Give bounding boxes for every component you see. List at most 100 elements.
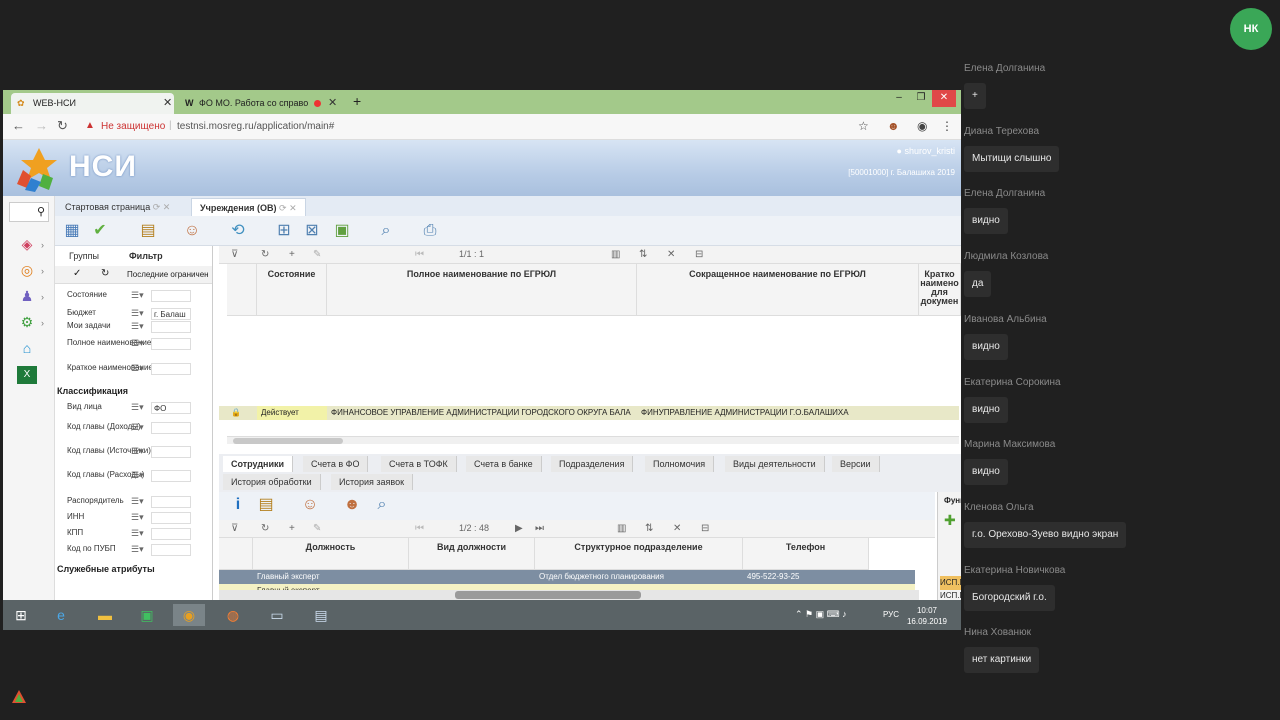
add-plus-icon[interactable]: ✚ [944, 512, 956, 529]
detail-tab[interactable]: Полномочия [645, 456, 715, 472]
operator-icon[interactable]: ☰▾ [131, 512, 144, 523]
extension-icon[interactable]: ☻ [887, 119, 900, 133]
clock[interactable]: 10:07 16.09.2019 [907, 605, 947, 627]
filter-input[interactable] [151, 290, 191, 302]
browser-tab-fo-mo[interactable]: W ФО МО. Работа со справо ✕ [183, 93, 343, 114]
export-icon[interactable]: ▣ [331, 220, 353, 242]
clear-icon[interactable]: ✕ [667, 249, 675, 260]
menu-icon[interactable]: ⋮ [941, 119, 953, 133]
refresh-icon[interactable]: ↻ [261, 249, 269, 260]
chat-message[interactable]: г.о. Орехово-Зуево видно экран [964, 521, 1127, 548]
operator-icon[interactable]: ☰▾ [131, 422, 144, 433]
bookmark-star-icon[interactable]: ☆ [858, 119, 869, 133]
detail-tab[interactable]: Подразделения [551, 456, 634, 472]
firefox-icon[interactable]: ◍ [217, 604, 249, 626]
next-page-icon[interactable]: ▶ [515, 523, 523, 534]
document-excel-icon[interactable]: ⊠ [301, 220, 323, 242]
filter-input[interactable] [151, 321, 191, 333]
app-icon[interactable]: ▭ [261, 604, 293, 626]
table-row[interactable]: Главный эксперт Отдел бюджетного планиров… [219, 570, 915, 584]
column-header[interactable]: Вид должности [409, 538, 535, 570]
browser-tab-web-nsi[interactable]: ✿ WEB-НСИ ✕ [11, 93, 174, 114]
filter-input[interactable] [151, 496, 191, 508]
filter-input[interactable] [151, 446, 191, 458]
operator-icon[interactable]: ☰▾ [131, 528, 144, 539]
columns-icon[interactable]: ▥ [617, 523, 626, 534]
operator-icon[interactable]: ☰▾ [131, 446, 144, 457]
refresh-icon[interactable]: ↻ [261, 523, 269, 534]
institution-row[interactable]: 🔒 Действует ФИНАНСОВОЕ УПРАВЛЕНИЕ АДМИНИСТ… [219, 406, 959, 420]
tab-filter[interactable]: Фильтр [119, 248, 173, 264]
operator-icon[interactable]: ☰▾ [131, 338, 144, 349]
ie-icon[interactable]: e [45, 604, 77, 626]
filter-input[interactable] [151, 528, 191, 540]
close-tab-icon[interactable]: ✕ [328, 93, 337, 114]
column-header[interactable] [227, 264, 257, 316]
profile-icon[interactable]: ◉ [917, 119, 927, 133]
user-name[interactable]: ● shurov_kristi [897, 146, 955, 156]
sidebar-search[interactable]: ⚲ [9, 202, 49, 222]
operator-icon[interactable]: ☰▾ [131, 402, 144, 413]
tray-icons[interactable]: ⌃ ⚑ ▣ ⌨ ♪ [795, 609, 847, 620]
document-arrow-icon[interactable]: ▤ [137, 220, 159, 242]
minimize-button[interactable]: – [887, 90, 911, 107]
target-icon[interactable]: ◎ [17, 262, 37, 280]
filter-input[interactable] [151, 422, 191, 434]
clear-icon[interactable]: ✕ [673, 523, 681, 534]
close-icon[interactable]: ⟳ ✕ [279, 203, 297, 213]
language-indicator[interactable]: РУС [883, 610, 899, 619]
document-icon[interactable]: ▤ [255, 494, 277, 516]
detail-tab[interactable]: Счета в банке [466, 456, 542, 472]
document-search-icon[interactable]: ⊞ [273, 220, 295, 242]
tab-start-page[interactable]: Стартовая страница ⟳ ✕ [57, 198, 178, 216]
users-icon[interactable]: ♟ [17, 288, 37, 306]
chat-message[interactable]: Мытищи слышно [964, 145, 1060, 172]
url-field[interactable]: testnsi.mosreg.ru/application/main# [177, 121, 334, 132]
column-header[interactable]: Должность [253, 538, 409, 570]
column-header[interactable]: Сокращенное наименование по ЕГРЮЛ [637, 264, 919, 316]
reload-icon[interactable]: ↻ [57, 118, 68, 134]
edit-icon[interactable]: ✎ [313, 249, 321, 260]
chat-message[interactable]: Богородский г.о. [964, 584, 1055, 611]
apply-check-icon[interactable]: ✓ [73, 268, 81, 279]
add-icon[interactable]: + [289, 249, 295, 260]
chat-message[interactable]: видно [964, 459, 1008, 486]
close-icon[interactable]: ⟳ ✕ [153, 202, 171, 212]
filter-input[interactable] [151, 470, 191, 482]
chat-message[interactable]: видно [964, 396, 1008, 423]
column-header[interactable]: Состояние [257, 264, 327, 316]
explorer-icon[interactable]: ▬ [89, 604, 121, 626]
detail-tab[interactable]: Сотрудники [223, 456, 294, 472]
scroll-thumb[interactable] [455, 591, 641, 599]
recent-filters[interactable]: Последние ограничен [127, 270, 209, 279]
tab-institutions[interactable]: Учреждения (ОВ) ⟳ ✕ [191, 198, 306, 216]
home-icon[interactable]: ⌂ [17, 340, 37, 358]
check-icon[interactable]: ✔ [89, 220, 111, 242]
close-tab-icon[interactable]: ✕ [163, 93, 172, 114]
export-icon[interactable]: ⊟ [695, 249, 703, 260]
filter-icon[interactable]: ⊽ [231, 523, 238, 534]
operator-icon[interactable]: ☰▾ [131, 290, 144, 301]
filter-icon[interactable]: ⊽ [231, 249, 238, 260]
reset-icon[interactable]: ↻ [101, 268, 109, 279]
sort-icon[interactable]: ⇅ [639, 249, 647, 260]
window-close-button[interactable]: ✕ [932, 90, 956, 107]
pager[interactable]: 1/2 : 48 [459, 523, 489, 533]
search-doc-icon[interactable]: ⌕ [371, 494, 393, 516]
upper-scrollbar[interactable] [227, 436, 959, 444]
first-page-icon[interactable]: ⏮ [415, 249, 424, 260]
report-icon[interactable]: ⎙ [419, 220, 441, 242]
operator-icon[interactable]: ☰▾ [131, 496, 144, 507]
function-code[interactable]: ИСП.Г [940, 576, 961, 590]
pager[interactable]: 1/1 : 1 [459, 249, 484, 259]
lower-scrollbar[interactable] [219, 590, 919, 600]
operator-icon[interactable]: ☰▾ [131, 321, 144, 332]
start-icon[interactable]: ⊞ [5, 604, 37, 626]
detail-tab[interactable]: Версии [832, 456, 880, 472]
excel-icon[interactable]: X [17, 366, 37, 384]
user-icon[interactable]: ☺ [181, 220, 203, 242]
refresh-icon[interactable]: ⟲ [227, 220, 249, 242]
user-icon[interactable]: ☺ [299, 494, 321, 516]
detail-tab[interactable]: История обработки [223, 474, 321, 490]
detail-tab[interactable]: Счета в ФО [303, 456, 369, 472]
